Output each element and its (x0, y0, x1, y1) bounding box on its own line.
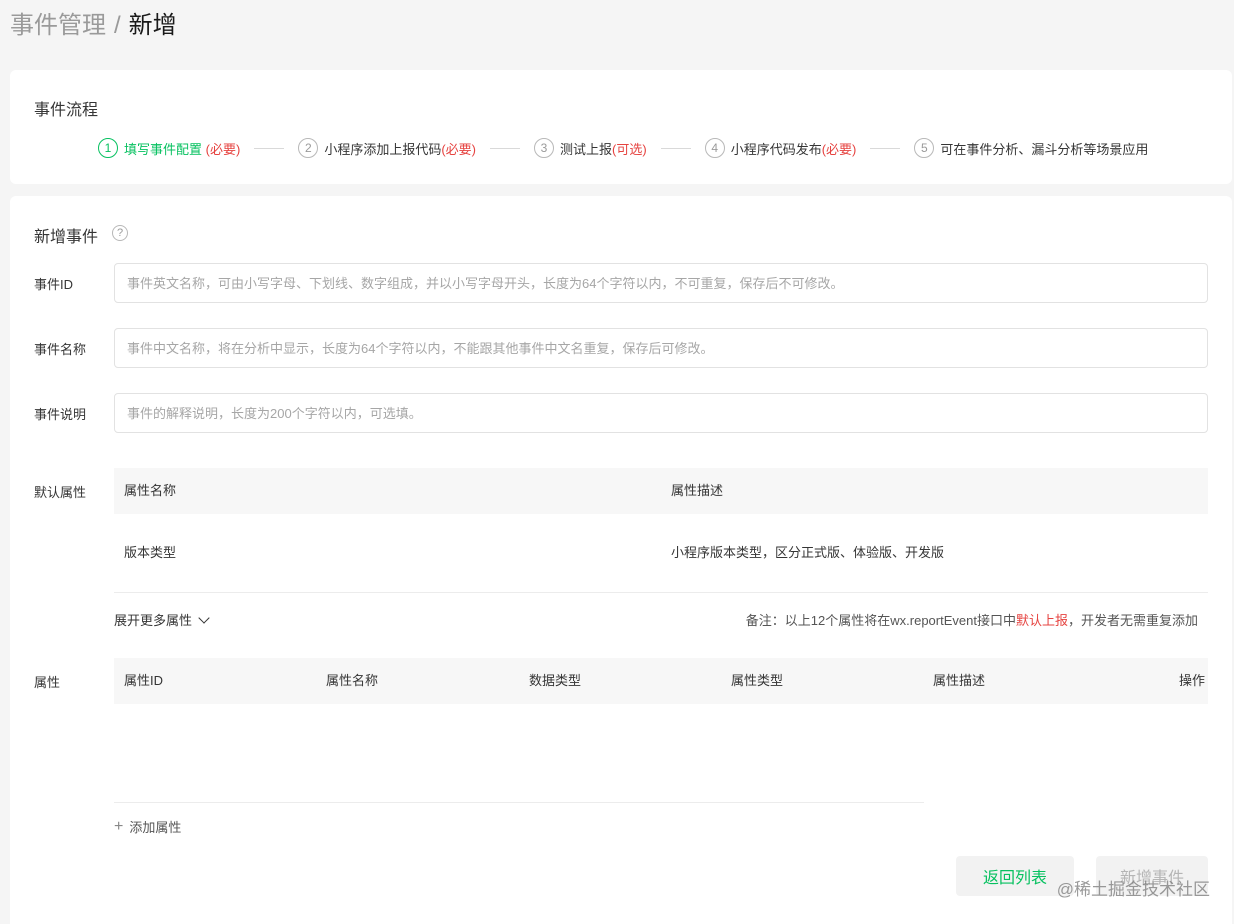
step-number-icon: 5 (914, 138, 935, 158)
default-attrs-label: 默认属性 (34, 485, 87, 500)
new-event-form-card: 新增事件 ? 事件ID 事件名称 事件说明 默认属性 属性名称 属性描述 版本类… (10, 196, 1232, 924)
breadcrumb: 事件管理 / 新增 (10, 10, 177, 42)
form-title: 新增事件 (34, 229, 99, 246)
attrs-label: 属性 (34, 675, 61, 690)
step-number-icon: 4 (704, 138, 725, 158)
table-cell: 小程序版本类型，区分正式版、体验版、开发版 (671, 545, 945, 560)
step-label: 测试上报(可选) (560, 141, 647, 157)
column-header: 属性名称 (124, 483, 177, 498)
step-label: 填写事件配置 (必要) (124, 141, 241, 157)
watermark: @稀土掘金技术社区 (1056, 880, 1210, 899)
column-header: 属性描述 (933, 673, 986, 688)
flow-step-2: 2 小程序添加上报代码(必要) (298, 138, 476, 158)
step-number-icon: 2 (298, 138, 319, 158)
flow-step-5: 5 可在事件分析、漏斗分析等场景应用 (914, 138, 1148, 158)
event-flow-card: 事件流程 1 填写事件配置 (必要) 2 小程序添加上报代码(必要) 3 测试上… (10, 70, 1232, 184)
event-name-label: 事件名称 (34, 342, 87, 357)
expand-more-attrs-link[interactable]: 展开更多属性 (114, 610, 210, 629)
step-connector (660, 147, 691, 149)
step-connector (870, 147, 901, 149)
attrs-table-header: 属性ID 属性名称 数据类型 属性类型 属性描述 操作 (114, 658, 1208, 704)
breadcrumb-parent[interactable]: 事件管理 (10, 10, 106, 42)
plus-icon: + (114, 817, 124, 835)
step-number-icon: 1 (98, 138, 118, 158)
column-header: 属性名称 (326, 673, 379, 688)
flow-steps: 1 填写事件配置 (必要) 2 小程序添加上报代码(必要) 3 测试上报(可选)… (98, 138, 1148, 158)
event-id-label: 事件ID (34, 277, 74, 292)
table-row: 版本类型 小程序版本类型，区分正式版、体验版、开发版 (114, 530, 1208, 576)
breadcrumb-separator: / (114, 12, 121, 39)
add-attribute-label: 添加属性 (129, 820, 182, 835)
column-header: 数据类型 (529, 673, 582, 688)
column-header: 属性ID (124, 673, 164, 688)
event-desc-input[interactable] (114, 393, 1208, 433)
add-attribute-button[interactable]: + 添加属性 (114, 817, 181, 836)
expand-label: 展开更多属性 (114, 613, 193, 628)
default-attrs-table-header: 属性名称 属性描述 (114, 468, 1208, 514)
divider (114, 802, 924, 803)
event-id-input[interactable] (114, 263, 1208, 303)
flow-step-3: 3 测试上报(可选) (534, 138, 647, 158)
column-header: 操作 (1179, 673, 1206, 688)
step-label: 小程序添加上报代码(必要) (324, 141, 476, 157)
breadcrumb-current: 新增 (128, 12, 177, 39)
flow-step-4: 4 小程序代码发布(必要) (704, 138, 857, 158)
event-desc-label: 事件说明 (34, 407, 87, 422)
step-number-icon: 3 (534, 138, 554, 158)
step-label: 可在事件分析、漏斗分析等场景应用 (940, 141, 1149, 157)
flow-step-1: 1 填写事件配置 (必要) (98, 138, 240, 158)
chevron-down-icon (198, 611, 210, 624)
column-header: 属性类型 (731, 673, 784, 688)
event-name-input[interactable] (114, 328, 1208, 368)
divider (114, 592, 1208, 593)
step-connector (490, 147, 520, 149)
table-cell: 版本类型 (124, 545, 177, 560)
help-icon[interactable]: ? (112, 225, 128, 241)
default-attrs-note: 备注：以上12个属性将在wx.reportEvent接口中默认上报，开发者无需重… (745, 613, 1198, 628)
flow-title: 事件流程 (34, 102, 99, 119)
step-connector (254, 147, 285, 149)
column-header: 属性描述 (671, 483, 724, 498)
step-label: 小程序代码发布(必要) (730, 141, 857, 157)
